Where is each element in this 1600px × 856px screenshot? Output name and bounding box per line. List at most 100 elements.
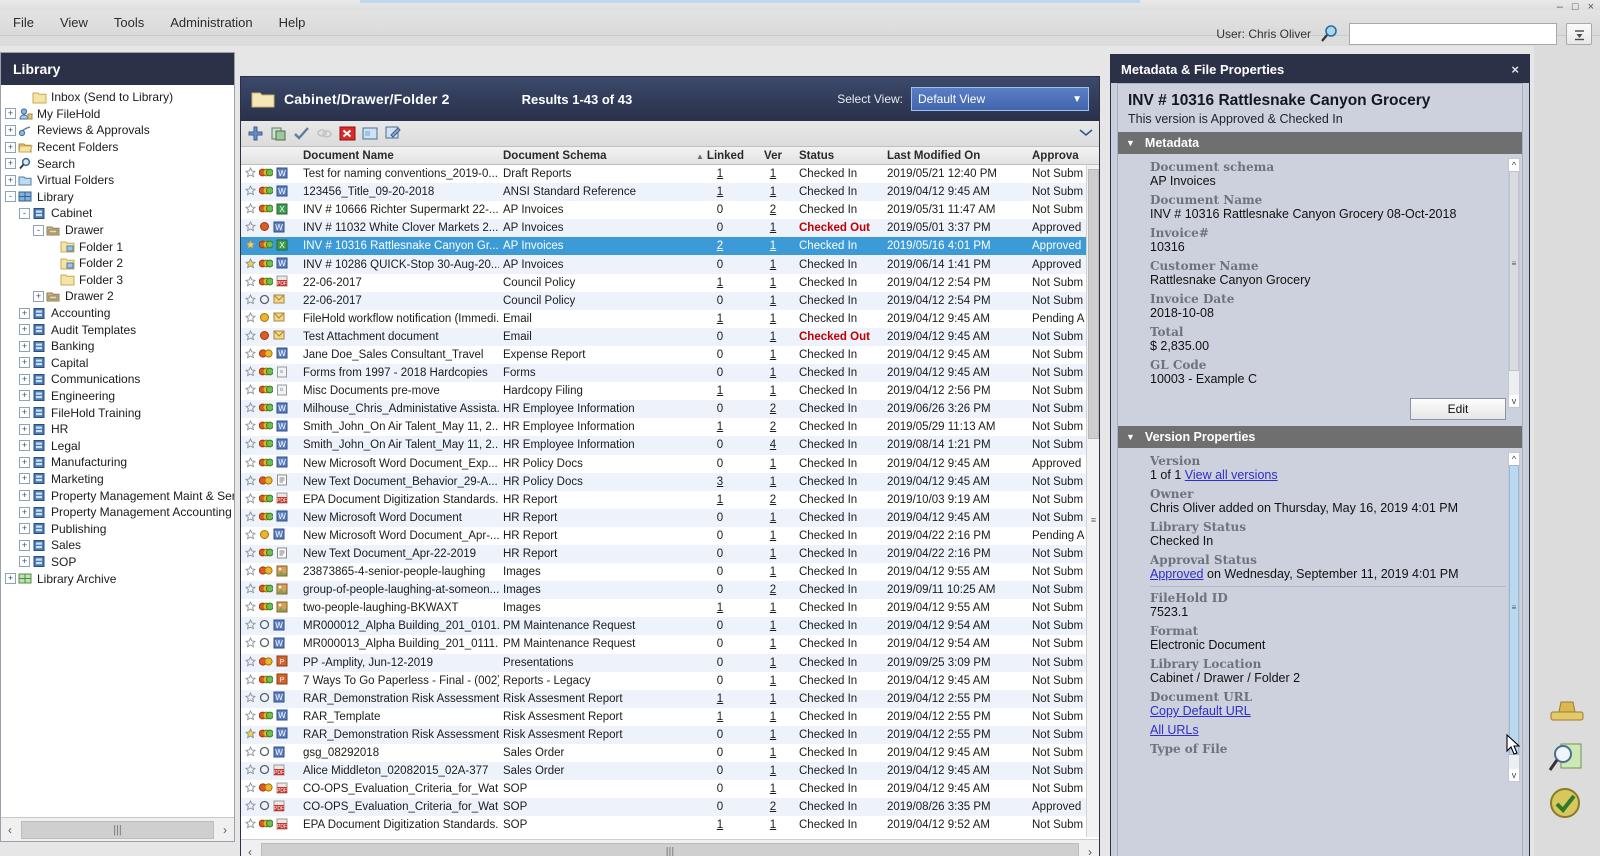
add-icon[interactable]: [247, 125, 264, 142]
tree-node[interactable]: +Library Archive: [1, 570, 234, 587]
favorite-star-icon[interactable]: [245, 457, 256, 471]
table-row[interactable]: XINV # 10666 Richter Supermarkt 22-...AP…: [241, 201, 1099, 219]
version-count-link[interactable]: 1: [770, 476, 776, 488]
expand-icon[interactable]: +: [19, 490, 30, 501]
linked-count-link[interactable]: 1: [717, 602, 723, 614]
table-row[interactable]: two-people-laughing-BKWAXTImages11Checke…: [241, 599, 1099, 617]
favorite-star-icon[interactable]: [245, 529, 256, 543]
tree-node[interactable]: +Legal: [1, 437, 234, 454]
table-row[interactable]: New Text Document_Behavior_29-A...HR Pol…: [241, 473, 1099, 491]
linked-count-link[interactable]: 1: [717, 186, 723, 198]
table-row[interactable]: group-of-people-laughing-at-someon...Ima…: [241, 581, 1099, 599]
collapse-icon[interactable]: -: [19, 208, 30, 219]
version-count-link[interactable]: 1: [770, 530, 776, 542]
advanced-search-icon[interactable]: [1566, 23, 1592, 45]
field-link[interactable]: Approved: [1150, 567, 1204, 581]
results-scroll-left-icon[interactable]: ‹: [241, 841, 259, 856]
magnifier-icon[interactable]: [1320, 25, 1340, 43]
tree-node[interactable]: +SOP: [1, 554, 234, 571]
column-header-name[interactable]: Document Name: [299, 150, 499, 162]
table-row[interactable]: WMR000013_Alpha Building_201_0111...PM M…: [241, 635, 1099, 653]
column-header-approval[interactable]: Approva: [1028, 150, 1118, 162]
favorite-star-icon[interactable]: [245, 601, 256, 615]
metadata-scroll-thumb[interactable]: [1509, 171, 1519, 371]
version-count-link[interactable]: 1: [770, 331, 776, 343]
results-horizontal-scrollbar[interactable]: ‹ ||| ›: [241, 839, 1099, 856]
version-count-link[interactable]: 1: [770, 638, 776, 650]
column-header-status[interactable]: Status: [795, 150, 883, 162]
expand-icon[interactable]: +: [19, 324, 30, 335]
tree-node[interactable]: +Recent Folders: [1, 139, 234, 156]
tree-node[interactable]: Inbox (Send to Library): [1, 89, 234, 106]
results-rows[interactable]: WTest for naming conventions_2019-0...Dr…: [241, 165, 1099, 834]
linked-count-link[interactable]: 1: [717, 385, 723, 397]
library-horizontal-scrollbar[interactable]: ‹ ||| ›: [1, 817, 234, 841]
scroll-thumb[interactable]: |||: [21, 821, 214, 839]
field-link[interactable]: Copy Default URL: [1150, 704, 1251, 718]
expand-icon[interactable]: +: [5, 142, 16, 153]
select-view-dropdown[interactable]: Default View ▼: [911, 87, 1089, 111]
menu-administration[interactable]: Administration: [157, 12, 265, 33]
table-row[interactable]: PDFAlice Middleton_02082015_02A-377Sales…: [241, 762, 1099, 780]
delete-icon[interactable]: [339, 125, 356, 142]
favorite-star-icon[interactable]: [245, 692, 256, 706]
tree-node[interactable]: +Reviews & Approvals: [1, 122, 234, 139]
library-tree[interactable]: Inbox (Send to Library)+My FileHold+Revi…: [1, 85, 234, 815]
tree-node[interactable]: -Library: [1, 189, 234, 206]
tree-node[interactable]: Folder 2: [1, 255, 234, 272]
stamp-icon[interactable]: [1547, 694, 1587, 730]
favorite-star-icon[interactable]: [245, 330, 256, 344]
tree-node[interactable]: +Marketing: [1, 471, 234, 488]
expand-icon[interactable]: +: [19, 374, 30, 385]
column-options-icon[interactable]: [1079, 125, 1093, 142]
table-row[interactable]: XINV # 10316 Rattlesnake Canyon Gr...AP …: [241, 237, 1099, 255]
expand-icon[interactable]: +: [5, 175, 16, 186]
table-row[interactable]: PDFCO-OPS_Evaluation_Criteria_for_Wat...…: [241, 798, 1099, 816]
version-count-link[interactable]: 2: [770, 801, 776, 813]
table-row[interactable]: WNew Microsoft Word Document_Apr-...HR R…: [241, 527, 1099, 545]
linked-count-link[interactable]: 3: [717, 476, 723, 488]
expand-icon[interactable]: +: [19, 390, 30, 401]
version-count-link[interactable]: 1: [770, 313, 776, 325]
version-count-link[interactable]: 2: [770, 421, 776, 433]
tree-node[interactable]: +HR: [1, 421, 234, 438]
breadcrumb[interactable]: Cabinet/Drawer/Folder 2: [284, 91, 450, 107]
expand-icon[interactable]: +: [5, 108, 16, 119]
version-count-link[interactable]: 1: [770, 566, 776, 578]
tree-node[interactable]: +Search: [1, 155, 234, 172]
expand-icon[interactable]: +: [19, 523, 30, 534]
table-row[interactable]: Misc Documents pre-moveHardcopy Filing11…: [241, 382, 1099, 400]
version-count-link[interactable]: 1: [770, 783, 776, 795]
tree-node[interactable]: +Virtual Folders: [1, 172, 234, 189]
version-count-link[interactable]: 1: [770, 240, 776, 252]
expand-icon[interactable]: +: [5, 158, 16, 169]
tree-node[interactable]: Folder 3: [1, 272, 234, 289]
tree-node[interactable]: +Engineering: [1, 388, 234, 405]
version-count-link[interactable]: 1: [770, 168, 776, 180]
expand-icon[interactable]: +: [19, 507, 30, 518]
version-count-link[interactable]: 1: [770, 458, 776, 470]
favorite-star-icon[interactable]: [245, 167, 256, 181]
check-in-icon[interactable]: [293, 125, 310, 142]
version-count-link[interactable]: 1: [770, 385, 776, 397]
linked-count-link[interactable]: 1: [717, 277, 723, 289]
tree-node[interactable]: +Communications: [1, 371, 234, 388]
results-vertical-scrollbar[interactable]: ≡: [1086, 165, 1099, 837]
tree-node[interactable]: -Drawer: [1, 222, 234, 239]
favorite-star-icon[interactable]: [245, 728, 256, 742]
edit-metadata-icon[interactable]: [385, 125, 402, 142]
linked-count-link[interactable]: 2: [717, 240, 723, 252]
favorite-star-icon[interactable]: [245, 818, 256, 832]
tree-node[interactable]: +Capital: [1, 355, 234, 372]
collapse-icon[interactable]: -: [5, 191, 16, 202]
menu-tools[interactable]: Tools: [101, 12, 157, 33]
favorite-star-icon[interactable]: [245, 637, 256, 651]
version-count-link[interactable]: 1: [770, 222, 776, 234]
menu-help[interactable]: Help: [266, 12, 319, 33]
table-row[interactable]: PPP -Amplity, Jun-12-2019Presentations01…: [241, 654, 1099, 672]
linked-count-link[interactable]: 1: [717, 168, 723, 180]
table-row[interactable]: WMilhouse_Chris_Administative Assista...…: [241, 400, 1099, 418]
table-row[interactable]: WSmith_John_On Air Talent_May 11, 2...HR…: [241, 418, 1099, 436]
search-document-icon[interactable]: [1547, 740, 1587, 776]
favorite-star-icon[interactable]: [245, 366, 256, 380]
